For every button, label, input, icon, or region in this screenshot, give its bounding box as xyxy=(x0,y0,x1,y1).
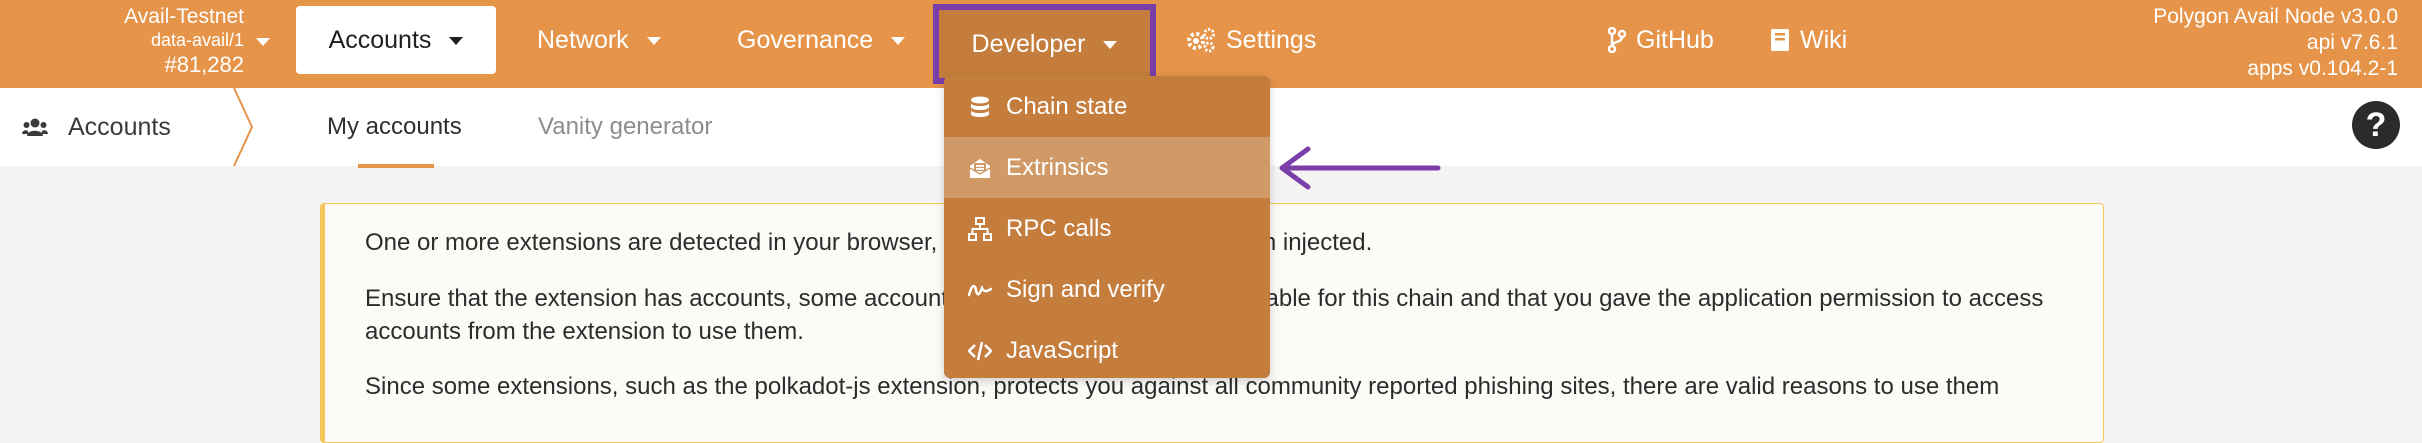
nav-accounts-label: Accounts xyxy=(328,25,432,54)
nav-governance-label: Governance xyxy=(737,25,874,54)
envelope-open-icon xyxy=(969,158,991,178)
section-title: Accounts xyxy=(68,112,171,141)
nav-governance-menu[interactable]: Governance xyxy=(737,6,906,74)
api-version: api v7.6.1 xyxy=(2306,31,2398,54)
gears-icon xyxy=(1187,28,1215,53)
wiki-label: Wiki xyxy=(1800,25,1848,54)
chevron-down-icon xyxy=(646,37,661,45)
users-icon xyxy=(22,118,48,136)
menu-item-javascript[interactable]: JavaScript xyxy=(944,320,1270,381)
node-version-info: Polygon Avail Node v3.0.0 api v7.6.1 app… xyxy=(2153,4,2398,82)
menu-item-label: Extrinsics xyxy=(1006,153,1109,181)
nav-developer-menu[interactable]: Developer xyxy=(933,4,1156,84)
nav-network-menu[interactable]: Network xyxy=(537,6,661,74)
book-icon xyxy=(1771,29,1789,51)
nav-settings-link[interactable]: Settings xyxy=(1186,6,1316,74)
breadcrumb-separator xyxy=(233,88,254,166)
help-icon[interactable]: ? xyxy=(2352,101,2400,149)
nav-network-label: Network xyxy=(537,25,629,54)
top-navigation-bar: Avail-Testnet data-avail/1 #81,282 Accou… xyxy=(0,0,2422,88)
nav-settings-label: Settings xyxy=(1226,25,1317,54)
apps-version: apps v0.104.2-1 xyxy=(2247,57,2398,80)
chain-name: Avail-Testnet xyxy=(124,5,244,28)
github-link[interactable]: GitHub xyxy=(1608,6,1714,74)
active-tab-indicator xyxy=(358,164,434,168)
menu-item-label: JavaScript xyxy=(1006,336,1119,364)
menu-item-label: Sign and verify xyxy=(1006,275,1165,303)
menu-item-sign-and-verify[interactable]: Sign and verify xyxy=(944,259,1270,320)
wiki-link[interactable]: Wiki xyxy=(1770,6,1847,74)
signature-icon xyxy=(968,284,992,296)
developer-dropdown-menu: Chain state Extrinsics RPC calls Sign an… xyxy=(944,76,1270,378)
nav-developer-label: Developer xyxy=(971,29,1086,58)
tab-my-accounts[interactable]: My accounts xyxy=(327,88,462,166)
menu-item-label: RPC calls xyxy=(1006,214,1112,242)
menu-item-label: Chain state xyxy=(1006,92,1128,120)
block-number: #81,282 xyxy=(164,52,244,77)
annotation-arrow-icon xyxy=(1279,146,1441,190)
menu-item-extrinsics[interactable]: Extrinsics xyxy=(944,137,1270,198)
node-version: Polygon Avail Node v3.0.0 xyxy=(2153,5,2398,28)
chevron-down-icon xyxy=(891,37,906,45)
menu-item-rpc-calls[interactable]: RPC calls xyxy=(944,198,1270,259)
database-icon xyxy=(971,96,989,117)
network-wired-icon xyxy=(968,216,992,241)
github-label: GitHub xyxy=(1636,25,1714,54)
menu-item-chain-state[interactable]: Chain state xyxy=(944,76,1270,137)
chain-spec: data-avail/1 xyxy=(150,30,244,50)
chevron-down-icon xyxy=(256,38,270,46)
chevron-down-icon xyxy=(1103,41,1118,49)
code-icon xyxy=(968,341,992,360)
section-breadcrumb: Accounts xyxy=(22,88,171,166)
nav-accounts-menu[interactable]: Accounts xyxy=(296,6,496,74)
chevron-down-icon xyxy=(449,37,464,45)
code-branch-icon xyxy=(1608,27,1626,53)
tab-vanity-generator[interactable]: Vanity generator xyxy=(538,88,712,166)
